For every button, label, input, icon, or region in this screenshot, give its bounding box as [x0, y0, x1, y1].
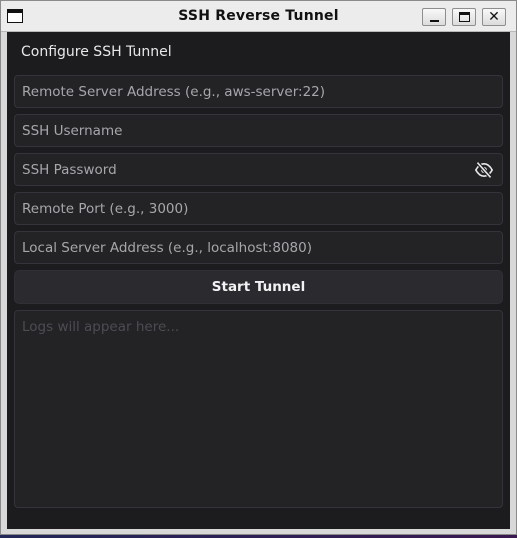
maximize-button[interactable]	[452, 8, 476, 26]
username-input[interactable]	[15, 115, 502, 146]
close-button[interactable]: ✕	[482, 8, 506, 26]
title-bar[interactable]: SSH Reverse Tunnel ✕	[1, 1, 516, 32]
local-server-field[interactable]	[14, 231, 503, 264]
logs-textarea[interactable]	[15, 311, 502, 507]
minimize-icon	[430, 20, 439, 22]
close-icon: ✕	[488, 9, 500, 25]
tunnel-form: Configure SSH Tunnel Start Tunnel	[7, 32, 510, 529]
remote-server-field[interactable]	[14, 75, 503, 108]
username-field[interactable]	[14, 114, 503, 147]
eye-slash-icon[interactable]	[474, 161, 494, 179]
start-tunnel-button[interactable]: Start Tunnel	[14, 270, 503, 304]
local-server-input[interactable]	[15, 232, 502, 263]
remote-port-input[interactable]	[15, 193, 502, 224]
app-window: SSH Reverse Tunnel ✕ Configure SSH Tunne…	[0, 0, 517, 535]
remote-server-input[interactable]	[15, 76, 502, 107]
form-heading: Configure SSH Tunnel	[21, 44, 172, 60]
logs-panel[interactable]	[14, 310, 503, 508]
password-field[interactable]	[14, 153, 503, 186]
password-input[interactable]	[15, 154, 502, 185]
maximize-icon	[459, 12, 470, 22]
minimize-button[interactable]	[422, 8, 446, 26]
remote-port-field[interactable]	[14, 192, 503, 225]
